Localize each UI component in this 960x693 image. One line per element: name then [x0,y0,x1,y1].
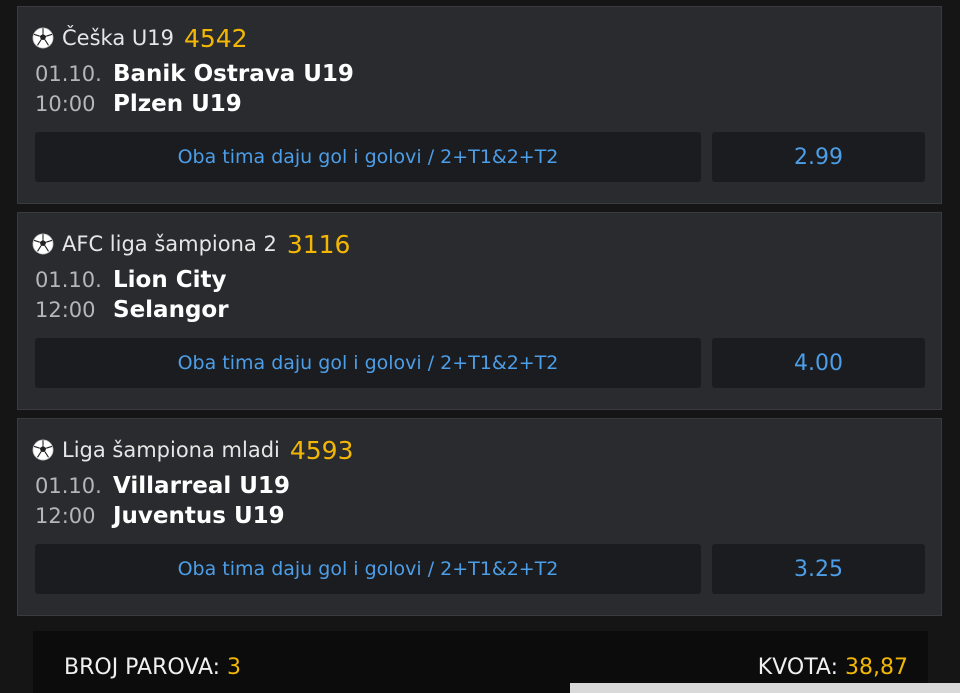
ticket-header: Češka U19 4542 [32,21,248,55]
ticket-header: Liga šampiona mladi 4593 [32,433,354,467]
ticket-header: AFC liga šampiona 2 3116 [32,227,350,261]
match-code: 3116 [286,229,351,259]
away-team: Selangor [113,297,229,323]
bet-slip: Češka U19 4542 01.10. Banik Ostrava U19 … [0,0,960,693]
home-row: 01.10. Villarreal U19 [35,473,290,499]
pairs-value: 3 [227,655,242,680]
away-team: Juventus U19 [113,503,285,529]
home-team: Lion City [113,267,227,293]
odds-value: 38,87 [845,655,908,680]
match-time: 10:00 [35,92,96,116]
match-date: 01.10. [35,62,102,86]
bet-pick[interactable]: Oba tima daju gol i golovi / 2+T1&2+T2 [35,132,701,182]
away-row: 12:00 Juventus U19 [35,503,285,529]
ticket-card: AFC liga šampiona 2 3116 01.10. Lion Cit… [17,212,942,410]
home-row: 01.10. Banik Ostrava U19 [35,61,354,87]
match-code: 4542 [183,23,248,53]
away-row: 12:00 Selangor [35,297,229,323]
bottom-overlay-strip [570,683,960,693]
league-name: AFC liga šampiona 2 [62,232,277,256]
bet-pick[interactable]: Oba tima daju gol i golovi / 2+T1&2+T2 [35,544,701,594]
soccer-ball-icon [32,233,54,255]
league-name: Češka U19 [62,26,174,50]
ticket-card: Liga šampiona mladi 4593 01.10. Villarre… [17,418,942,616]
ticket-card: Češka U19 4542 01.10. Banik Ostrava U19 … [17,6,942,204]
match-code: 4593 [289,435,354,465]
away-row: 10:00 Plzen U19 [35,91,242,117]
bet-odd[interactable]: 3.25 [712,544,925,594]
match-date: 01.10. [35,474,102,498]
league-name: Liga šampiona mladi [62,438,280,462]
bet-odd[interactable]: 4.00 [712,338,925,388]
soccer-ball-icon [32,27,54,49]
total-odds: KVOTA: 38,87 [758,655,908,680]
home-team: Banik Ostrava U19 [113,61,354,87]
match-time: 12:00 [35,298,96,322]
odds-label: KVOTA: [757,655,839,680]
pairs-label: BROJ PAROVA: [64,655,221,680]
match-date: 01.10. [35,268,102,292]
pairs-count: BROJ PAROVA: 3 [64,655,241,680]
bet-pick[interactable]: Oba tima daju gol i golovi / 2+T1&2+T2 [35,338,701,388]
bet-odd[interactable]: 2.99 [712,132,925,182]
away-team: Plzen U19 [113,91,242,117]
match-time: 12:00 [35,504,96,528]
home-team: Villarreal U19 [113,473,290,499]
home-row: 01.10. Lion City [35,267,226,293]
soccer-ball-icon [32,439,54,461]
